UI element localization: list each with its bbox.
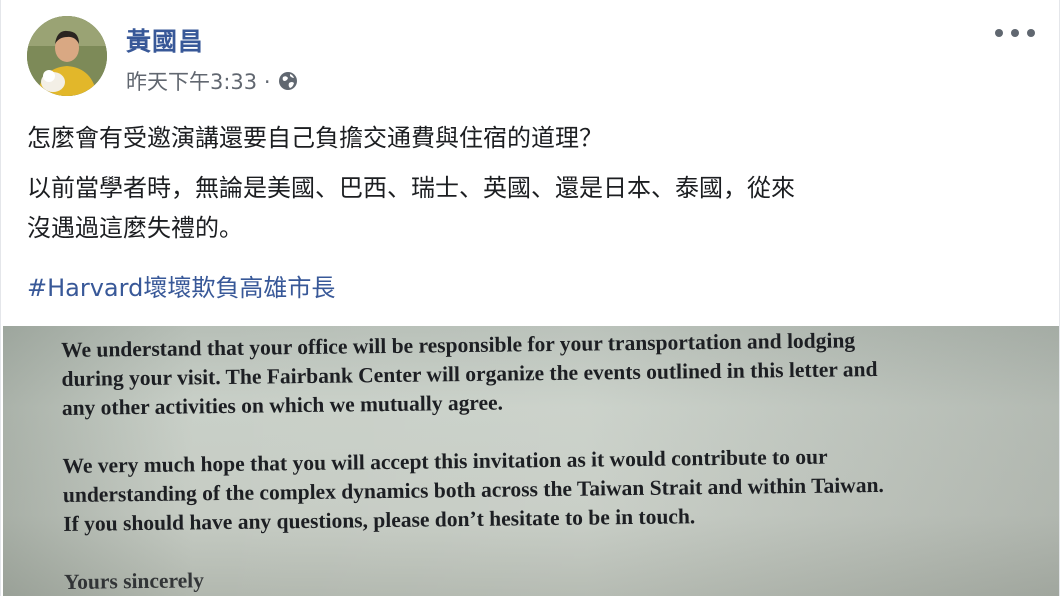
facebook-post: 黃國昌 昨天下午3:33 · 怎麼會有受邀演講還要自己負擔交通費與住宿的道理？ … <box>0 0 1060 596</box>
letter-text: We understand that your office will be r… <box>61 326 1024 596</box>
more-dot <box>1011 29 1019 37</box>
post-photo[interactable]: We understand that your office will be r… <box>3 326 1059 596</box>
more-dot <box>1027 29 1035 37</box>
letter-paragraph: We very much hope that you will accept t… <box>62 440 1023 539</box>
avatar-image <box>27 16 107 96</box>
more-options-icon[interactable] <box>995 22 1035 44</box>
more-dot <box>995 29 1003 37</box>
hashtag-link[interactable]: #Harvard壞壞欺負高雄市長 <box>27 268 335 303</box>
author-avatar[interactable] <box>27 16 107 96</box>
post-message: 怎麼會有受邀演講還要自己負擔交通費與住宿的道理？ 以前當學者時，無論是美國、巴西… <box>27 118 1027 258</box>
globe-icon[interactable] <box>277 70 299 92</box>
post-paragraph: 怎麼會有受邀演講還要自己負擔交通費與住宿的道理？ <box>27 124 603 152</box>
post-paragraph: 以前當學者時，無論是美國、巴西、瑞士、英國、還是日本、泰國，從來 沒遇過這麼失禮… <box>27 174 795 242</box>
post-timestamp[interactable]: 昨天下午3:33 · <box>126 66 271 96</box>
author-name-link[interactable]: 黃國昌 <box>126 22 204 58</box>
post-meta: 昨天下午3:33 · <box>126 66 299 96</box>
letter-paragraph: We understand that your office will be r… <box>61 326 1022 423</box>
letter-closing: Yours sincerely <box>63 568 205 594</box>
